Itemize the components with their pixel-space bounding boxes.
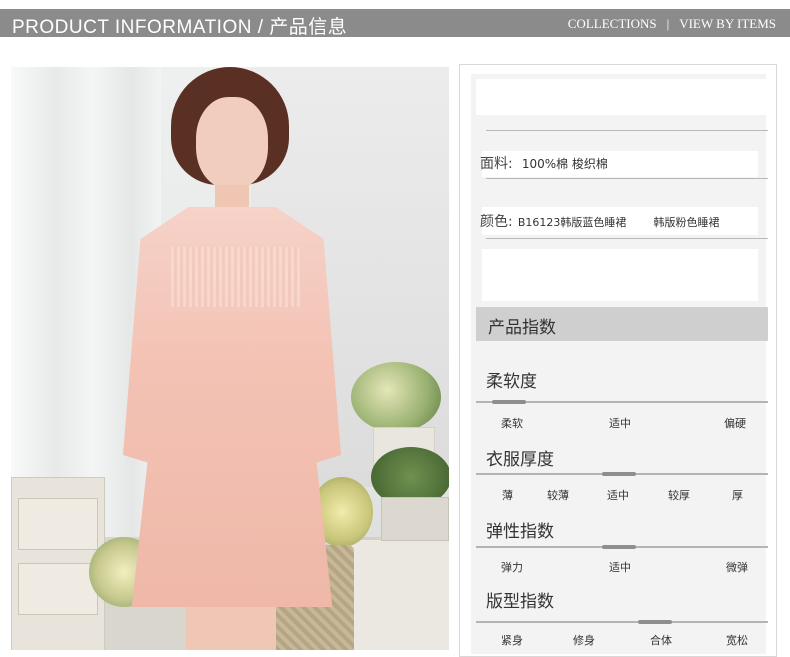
scale-tick: 宽松 xyxy=(726,634,748,647)
material-row: 面料: 100%棉 梭织棉 xyxy=(480,153,608,173)
top-bar: PRODUCT INFORMATION / 产品信息 COLLECTIONS | V… xyxy=(0,9,790,38)
page-title: PRODUCT INFORMATION / 产品信息 xyxy=(12,17,348,38)
side-table xyxy=(343,537,449,650)
dress-lace-yoke xyxy=(171,247,301,307)
scale-tick: 适中 xyxy=(609,417,631,430)
color-row: 颜色: B16123韩版蓝色睡裙 韩版粉色睡裙 xyxy=(480,211,719,231)
scale-tick: 较薄 xyxy=(547,489,569,502)
scale-tick: 适中 xyxy=(607,489,629,502)
divider xyxy=(486,130,768,131)
nav-view-by-items-link[interactable]: VIEW BY ITEMS xyxy=(679,16,776,31)
fit-scale xyxy=(476,621,768,623)
empty-white-box xyxy=(482,249,758,301)
material-value: 100%棉 梭织棉 xyxy=(521,157,608,171)
flower-plant xyxy=(351,362,441,432)
scale-tick: 修身 xyxy=(573,634,595,647)
scale-tick: 弹力 xyxy=(501,561,523,574)
scale-tick: 厚 xyxy=(732,489,743,502)
metric-title-thickness: 衣服厚度 xyxy=(486,450,554,470)
scale-tick: 适中 xyxy=(609,561,631,574)
elasticity-indicator xyxy=(602,545,636,549)
material-label: 面料: xyxy=(480,156,513,172)
color-value-blue: B16123韩版蓝色睡裙 xyxy=(517,216,627,229)
scale-tick: 微弹 xyxy=(726,561,748,574)
scale-tick: 合体 xyxy=(650,634,672,647)
color-label: 颜色: xyxy=(480,214,513,230)
scale-tick: 较厚 xyxy=(668,489,690,502)
index-section-header: 产品指数 xyxy=(476,307,768,341)
top-nav: COLLECTIONS | VIEW BY ITEMS xyxy=(568,16,776,32)
metric-title-elasticity: 弹性指数 xyxy=(486,522,554,542)
spec-top-card xyxy=(476,79,772,115)
model-face xyxy=(196,97,268,189)
metric-title-softness: 柔软度 xyxy=(486,372,537,392)
divider xyxy=(486,238,768,239)
softness-indicator xyxy=(492,400,526,404)
metric-title-fit: 版型指数 xyxy=(486,592,554,612)
spec-panel: 面料: 100%棉 梭织棉 颜色: B16123韩版蓝色睡裙 韩版粉色睡裙 产品… xyxy=(459,64,777,657)
cabinet-drawer xyxy=(18,563,98,615)
scale-tick: 薄 xyxy=(502,489,513,502)
cabinet-drawer xyxy=(18,498,98,550)
decor-box xyxy=(381,497,449,541)
divider xyxy=(486,178,768,179)
scale-tick: 柔软 xyxy=(501,417,523,430)
scale-tick: 偏硬 xyxy=(724,417,746,430)
nav-collections-link[interactable]: COLLECTIONS xyxy=(568,16,657,31)
index-section-title: 产品指数 xyxy=(488,318,556,338)
product-photo xyxy=(11,67,449,650)
fit-indicator xyxy=(638,620,672,624)
thickness-indicator xyxy=(602,472,636,476)
color-value-pink: 韩版粉色睡裙 xyxy=(653,216,720,229)
nav-separator: | xyxy=(666,16,670,31)
scale-tick: 紧身 xyxy=(501,634,523,647)
